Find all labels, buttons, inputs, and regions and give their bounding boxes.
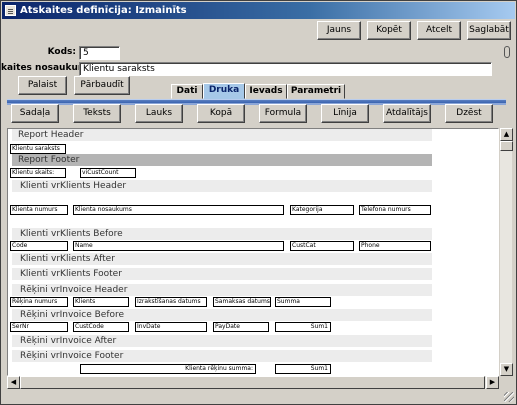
formula-button[interactable]: Formula xyxy=(259,104,307,123)
report-title-control[interactable]: Klientu saraksts xyxy=(10,144,66,154)
field-custcat[interactable]: CustCat xyxy=(290,241,354,251)
band-report-footer[interactable]: Report Footer xyxy=(12,154,432,166)
field-sum1[interactable]: Sum1 xyxy=(275,322,331,332)
header-client-name[interactable]: Klienta nosaukums xyxy=(73,205,284,215)
header-payment-date[interactable]: Samaksas datums xyxy=(213,297,271,307)
header-client[interactable]: Klients xyxy=(73,297,129,307)
tab-dati[interactable]: Dati xyxy=(171,84,203,99)
field-name[interactable]: Name xyxy=(73,241,284,251)
header-issue-date[interactable]: Izrakstīšanas datums xyxy=(135,297,207,307)
field-paydate[interactable]: PayDate xyxy=(213,322,269,332)
window-title: Atskaites definīcija: Izmainīts xyxy=(20,5,187,16)
horizontal-scroll-thumb[interactable] xyxy=(20,376,485,389)
field-custcode[interactable]: CustCode xyxy=(73,322,129,332)
band-invoices-before[interactable]: Rēķini vrInvoice Before xyxy=(12,309,432,321)
scroll-up-icon[interactable]: ▲ xyxy=(500,128,513,141)
field-phone[interactable]: Phone xyxy=(359,241,431,251)
title-bar: Atskaites definīcija: Izmainīts xyxy=(2,2,515,19)
copy-button[interactable]: Kopēt xyxy=(367,21,411,40)
footer-sum1[interactable]: Sum1 xyxy=(275,364,331,374)
scroll-down-icon[interactable]: ▼ xyxy=(500,363,513,376)
band-invoices-footer[interactable]: Rēķini vrInvoice Footer xyxy=(12,350,432,362)
customer-count-field-control[interactable]: viCustCount xyxy=(80,168,136,178)
app-icon xyxy=(5,5,16,16)
header-phone-number[interactable]: Telefona numurs xyxy=(359,205,431,215)
section-button[interactable]: Sadaļa xyxy=(11,104,59,123)
vertical-scrollbar[interactable]: ▲ ▼ xyxy=(499,128,513,376)
scroll-left-icon[interactable]: ◀ xyxy=(7,376,20,389)
total-button[interactable]: Kopā xyxy=(197,104,245,123)
check-button[interactable]: Pārbaudīt xyxy=(74,76,130,95)
code-field[interactable]: 5 xyxy=(79,46,120,60)
tab-ievads[interactable]: Ievads xyxy=(245,84,287,99)
field-code[interactable]: Code xyxy=(10,241,68,251)
report-name-field[interactable]: Klientu saraksts xyxy=(79,62,492,76)
run-button[interactable]: Palaist xyxy=(18,76,67,95)
band-clients-header[interactable]: Klienti vrKlients Header xyxy=(12,180,432,192)
band-invoices-header[interactable]: Rēķini vrInvoice Header xyxy=(12,284,432,296)
report-definition-window: Atskaites definīcija: Izmainīts Jauns Ko… xyxy=(0,0,517,405)
save-button[interactable]: Saglabāt xyxy=(467,21,511,40)
header-client-number[interactable]: Klienta numurs xyxy=(10,205,68,215)
field-sernr[interactable]: SerNr xyxy=(10,322,68,332)
client-invoice-total-label[interactable]: Klienta rēķinu summa: xyxy=(80,364,256,374)
delete-button[interactable]: Dzēst xyxy=(445,104,493,123)
field-invdate[interactable]: InvDate xyxy=(135,322,207,332)
field-button[interactable]: Lauks xyxy=(135,104,183,123)
vertical-scroll-thumb[interactable] xyxy=(500,141,513,151)
header-invoice-number[interactable]: Rēķina numurs xyxy=(10,297,68,307)
text-button[interactable]: Teksts xyxy=(73,104,121,123)
band-report-header[interactable]: Report Header xyxy=(12,129,432,141)
band-invoices-after[interactable]: Rēķini vrInvoice After xyxy=(12,335,432,347)
report-design-canvas[interactable]: Report Header Klientu saraksts Report Fo… xyxy=(7,128,499,376)
new-button[interactable]: Jauns xyxy=(317,21,361,40)
band-clients-before[interactable]: Klienti vrKlients Before xyxy=(12,228,432,240)
tab-druka[interactable]: Druka xyxy=(203,83,245,99)
header-sum[interactable]: Summa xyxy=(275,297,331,307)
report-name-label: kaites nosaukums: xyxy=(1,63,97,73)
header-category[interactable]: Kategorija xyxy=(290,205,354,215)
tab-parametri[interactable]: Parametri xyxy=(287,84,345,99)
horizontal-scrollbar[interactable]: ◀ ▶ xyxy=(7,376,499,389)
separator-button[interactable]: Atdalītājs xyxy=(383,104,431,123)
band-clients-footer[interactable]: Klienti vrKlients Footer xyxy=(12,268,432,280)
paperclip-icon[interactable] xyxy=(504,46,510,58)
cancel-button[interactable]: Atcelt xyxy=(417,21,461,40)
line-button[interactable]: Līnija xyxy=(321,104,369,123)
resize-grip-icon[interactable] xyxy=(504,392,514,402)
band-clients-after[interactable]: Klienti vrKlients After xyxy=(12,253,432,265)
scroll-right-icon[interactable]: ▶ xyxy=(486,376,499,389)
code-label: Kods: xyxy=(47,47,76,57)
customer-count-label-control[interactable]: Klientu skaits: xyxy=(10,168,66,178)
